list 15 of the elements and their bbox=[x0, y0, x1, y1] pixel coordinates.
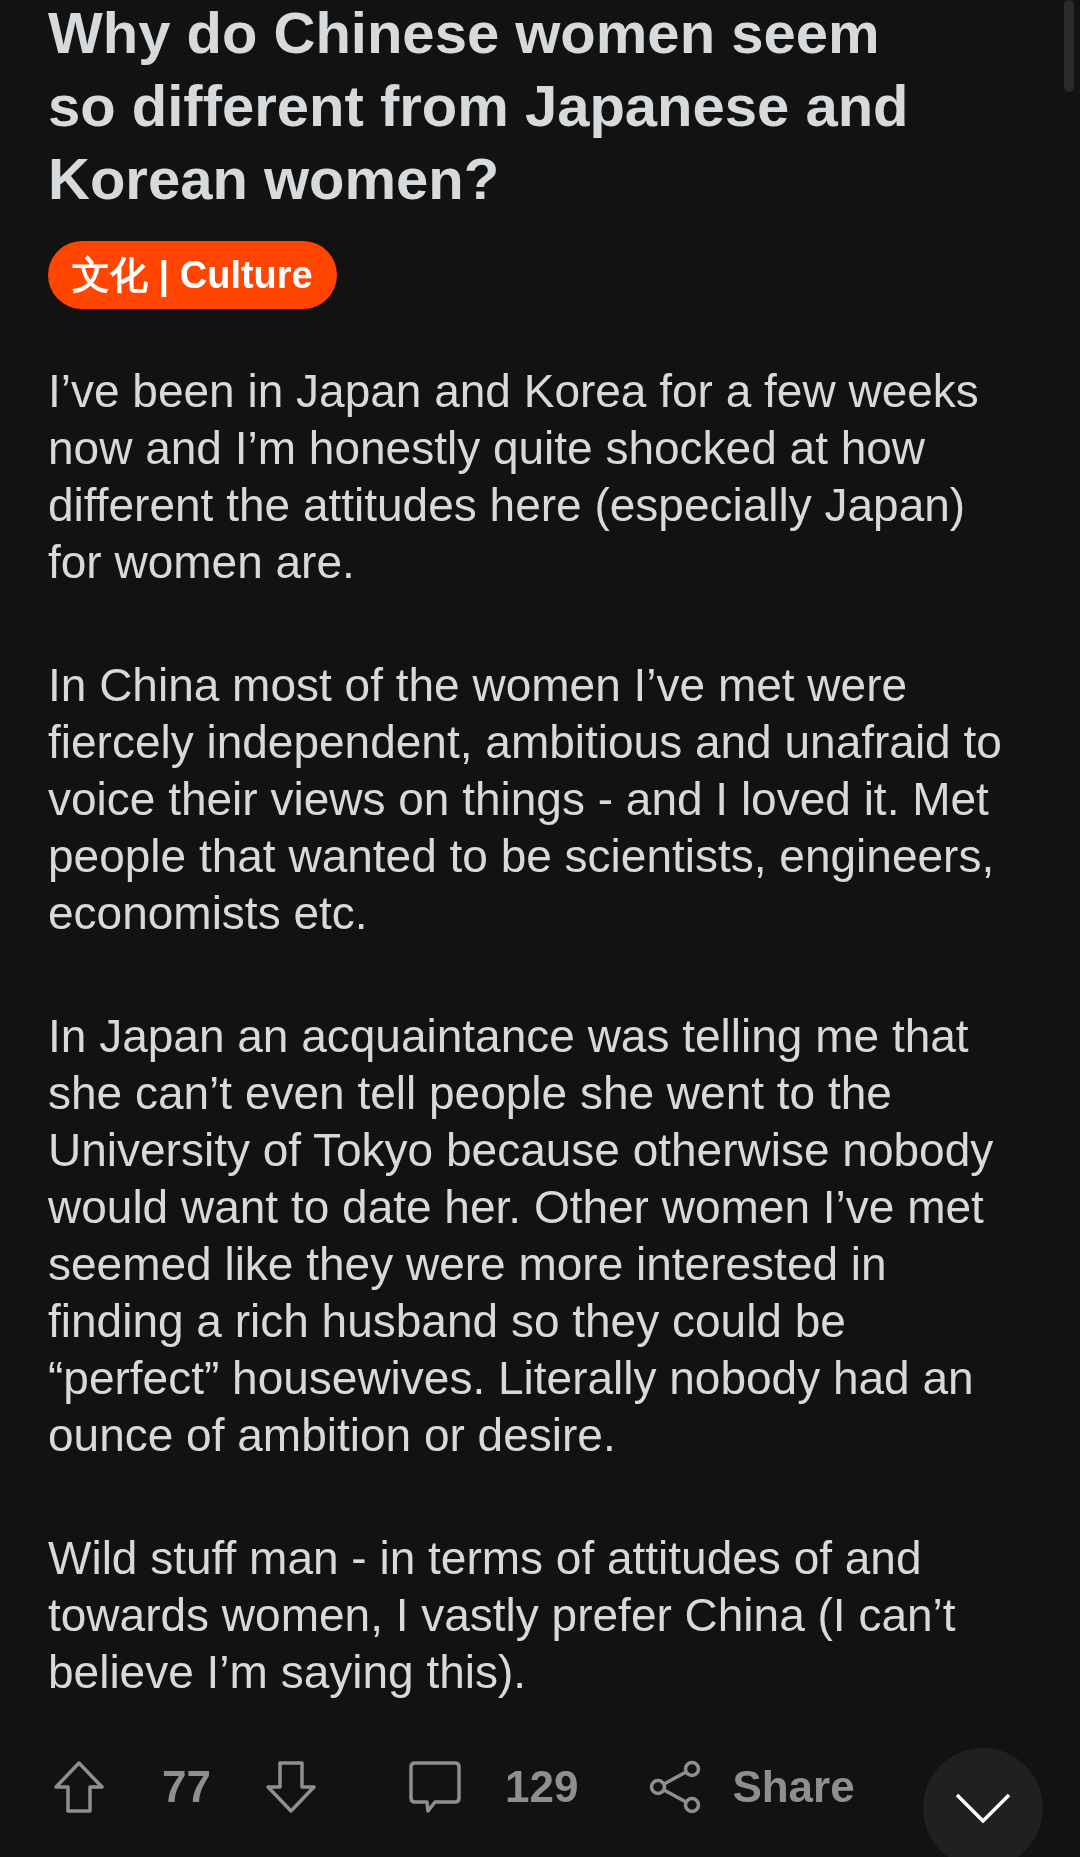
body-paragraph: Wild stuff man - in terms of attitudes of and towards women, I vastly prefer China (I can’t believe I’m saying this). bbox=[48, 1531, 957, 1700]
body-paragraph: In Japan an acquaintance was telling me that she can’t even tell people she went to the University of Tokyo because otherwise nobody would want to date her. Other women I’ve met seemed like they were more interested in finding a rich husband so they could be “perfect” housewives. Literally nobody had an ounce of ambition or desire. bbox=[48, 1009, 995, 1463]
flair-tag[interactable]: 文化 | Culture bbox=[48, 241, 337, 309]
body-paragraph: I’ve been in Japan and Korea for a few weeks now and I’m honestly quite shocked at how different the attitudes here (especially Japan) for women are. bbox=[48, 364, 980, 590]
body-paragraph: In China most of the women I’ve met were fiercely independent, ambitious and unafraid to voice their views on things - and I loved it. Met people that wanted to be scientists, engineers, economists etc. bbox=[48, 658, 1003, 941]
share-button[interactable]: Share bbox=[648, 1760, 855, 1814]
chevron-down-icon bbox=[955, 1793, 1011, 1823]
post-title: Why do Chinese women seem so different from Japanese and Korean women? bbox=[48, 0, 910, 213]
share-icon bbox=[648, 1760, 703, 1814]
upvote-arrow-icon[interactable] bbox=[52, 1760, 106, 1814]
downvote-arrow-icon[interactable] bbox=[263, 1760, 318, 1814]
scrollbar-thumb[interactable] bbox=[1064, 0, 1074, 92]
vote-score: 77 bbox=[162, 1762, 211, 1812]
comments-button[interactable]: 129 bbox=[407, 1760, 579, 1814]
speech-bubble-icon bbox=[407, 1760, 462, 1814]
